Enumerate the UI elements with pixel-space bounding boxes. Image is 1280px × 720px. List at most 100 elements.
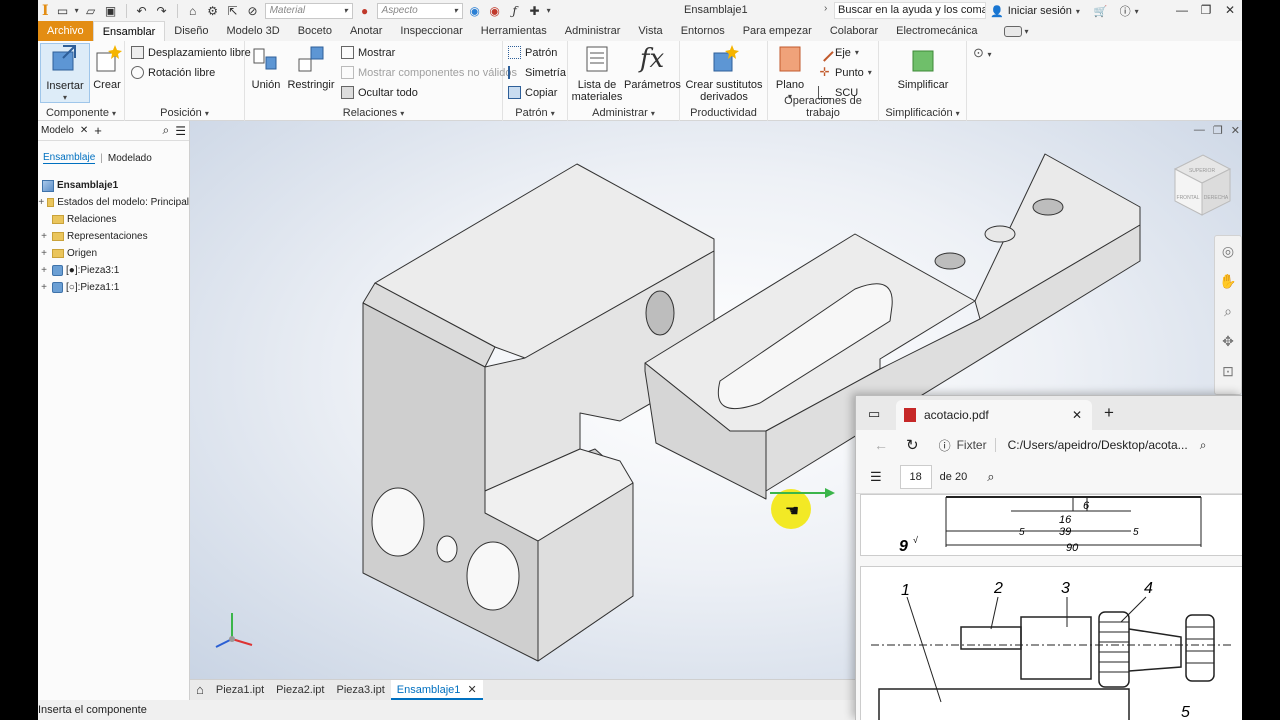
restore-icon[interactable]: ❐ [1213,124,1223,137]
tab-actions-icon[interactable]: ▭ [868,406,880,422]
tab-archivo[interactable]: Archivo [38,21,93,41]
close-icon[interactable]: ✕ [1072,408,1082,422]
doc-tab-pieza2[interactable]: Pieza2.ipt [270,680,330,700]
panel-title-posicion[interactable]: Posición ▾ [125,107,244,119]
browser-title[interactable]: Modelo [41,125,74,136]
close-icon[interactable]: ✕ [1218,0,1242,21]
panel-title-componente[interactable]: Componente ▾ [38,107,124,119]
steering-wheel-icon[interactable]: ◎ [1215,236,1241,266]
viewcube-icon[interactable]: SUPERIOR FRONTAL DERECHA [1173,154,1232,216]
back-arrow-icon[interactable]: ← [874,437,888,453]
zoom-icon[interactable]: ⌕ [1215,296,1241,326]
doc-tab-pieza3[interactable]: Pieza3.ipt [330,680,390,700]
zoom-icon[interactable]: ⌕ [1200,438,1207,453]
sign-in-button[interactable]: 👤 Iniciar sesión ▾ 🛒 ⓘ ▾ [990,3,1139,19]
orbit-icon[interactable]: ✥ [1215,326,1241,356]
cancel-icon[interactable]: ⊘ [245,3,261,19]
save-icon[interactable]: ▣ [103,3,119,19]
tab-entornos[interactable]: Entornos [672,21,734,41]
page-number-input[interactable]: 18 [899,464,932,489]
ribbon-display-options[interactable]: ▾ [1004,21,1028,41]
tree-item[interactable]: Relaciones [38,211,189,228]
doc-tab-pieza1[interactable]: Pieza1.ipt [210,680,270,700]
panel-title-relaciones[interactable]: Relaciones ▾ [245,107,502,119]
new-tab-icon[interactable]: + [1104,403,1114,423]
expand-icon[interactable]: + [38,282,50,293]
new-file-icon[interactable]: ▭ [55,3,71,19]
desplazamiento-libre-button[interactable]: Desplazamiento libre [131,46,251,59]
parametros-button[interactable]: fx Parámetros [624,43,681,91]
search-icon[interactable]: ⌕ [163,123,170,138]
pdf-tab[interactable]: acotacio.pdf ✕ [896,400,1092,430]
add-icon[interactable]: ✚ [527,3,543,19]
search-icon[interactable]: ⌕ [987,469,994,485]
lista-materiales-button[interactable]: Lista de materiales [570,43,624,103]
tab-vista[interactable]: Vista [629,21,671,41]
simetria-button[interactable]: Simetría [508,66,566,79]
panel-title-patron[interactable]: Patrón ▾ [503,107,567,119]
restringir-button[interactable]: Restringir [285,43,337,91]
ribbon-options-icon[interactable]: ⊙ ▾ [973,45,992,61]
close-icon[interactable]: ✕ [467,684,476,696]
rotacion-libre-button[interactable]: Rotación libre [131,66,215,79]
select-icon[interactable]: ⇱ [225,3,241,19]
tree-root[interactable]: Ensamblaje1 [38,177,189,194]
open-folder-icon[interactable]: ▱ [83,3,99,19]
help-search-input[interactable]: Buscar en la ayuda y los comand [834,2,986,19]
tab-boceto[interactable]: Boceto [289,21,341,41]
menu-icon[interactable]: ☰ [175,124,186,138]
tree-item[interactable]: + [○]:Pieza1:1 [38,279,189,296]
minimize-icon[interactable]: — [1170,0,1194,21]
clear-appearance-icon[interactable]: ◉ [487,3,503,19]
new-dropdown-icon[interactable]: ▾ [75,6,79,15]
tab-administrar[interactable]: Administrar [556,21,630,41]
ocultar-todo-button[interactable]: Ocultar todo [341,86,418,99]
chevron-down-icon[interactable]: ▾ [1135,7,1139,16]
tree-item[interactable]: + Origen [38,245,189,262]
plano-button[interactable]: Plano ▾ [772,43,808,103]
update-icon[interactable]: ⚙ [205,3,221,19]
minimize-icon[interactable]: — [1194,124,1205,137]
material-combo[interactable]: Material ▾ [264,2,353,19]
tab-ensamblar[interactable]: Ensamblar [92,21,166,41]
tree-item[interactable]: + Representaciones [38,228,189,245]
appearance-combo[interactable]: Aspecto ▾ [376,2,463,19]
undo-icon[interactable]: ↶ [134,3,150,19]
fx-icon[interactable]: ƒ [507,3,523,19]
tab-colaborar[interactable]: Colaborar [821,21,887,41]
info-icon[interactable]: ⓘ [939,437,951,454]
copiar-button[interactable]: Copiar [508,86,557,99]
pan-icon[interactable]: ✋ [1215,266,1241,296]
tab-inspeccionar[interactable]: Inspeccionar [391,21,471,41]
eje-button[interactable]: Eje ▾ [815,43,859,62]
contents-icon[interactable]: ☰ [870,469,882,485]
expand-icon[interactable]: + [38,197,45,208]
chevron-down-icon[interactable]: ▾ [547,6,551,15]
pdf-path[interactable]: C:/Users/apeidro/Desktop/acota... [1008,438,1188,452]
refresh-icon[interactable]: ↻ [906,436,919,454]
union-button[interactable]: Unión [249,43,283,91]
inventor-logo-icon[interactable]: I [42,3,49,19]
close-icon[interactable]: ✕ [80,125,88,136]
add-icon[interactable]: + [94,123,102,138]
look-at-icon[interactable]: ⊡ [1215,356,1241,386]
expand-icon[interactable]: + [38,265,50,276]
tab-anotar[interactable]: Anotar [341,21,391,41]
patron-button[interactable]: Patrón [508,46,557,59]
tab-para-empezar[interactable]: Para empezar [734,21,821,41]
tab-modelado[interactable]: Modelado [108,153,152,164]
mostrar-no-validos-button[interactable]: Mostrar componentes no válidos [341,66,517,79]
tree-item[interactable]: + Estados del modelo: Principal [38,194,189,211]
crear-sustitutos-button[interactable]: Crear sustitutos derivados [684,43,764,103]
home-icon[interactable]: ⌂ [190,680,210,700]
tab-ensamblaje[interactable]: Ensamblaje [43,152,96,164]
simplificar-button[interactable]: Simplificar [893,43,953,91]
punto-button[interactable]: ✛ Punto ▾ [818,66,871,79]
help-icon[interactable]: ⓘ [1120,3,1131,19]
panel-title-simplificacion[interactable]: Simplificación ▾ [879,107,966,119]
close-icon[interactable]: ✕ [1231,124,1240,137]
mostrar-button[interactable]: Mostrar [341,46,395,59]
redo-icon[interactable]: ↷ [154,3,170,19]
panel-title-administrar[interactable]: Administrar ▾ [568,107,679,119]
tab-herramientas[interactable]: Herramientas [472,21,556,41]
